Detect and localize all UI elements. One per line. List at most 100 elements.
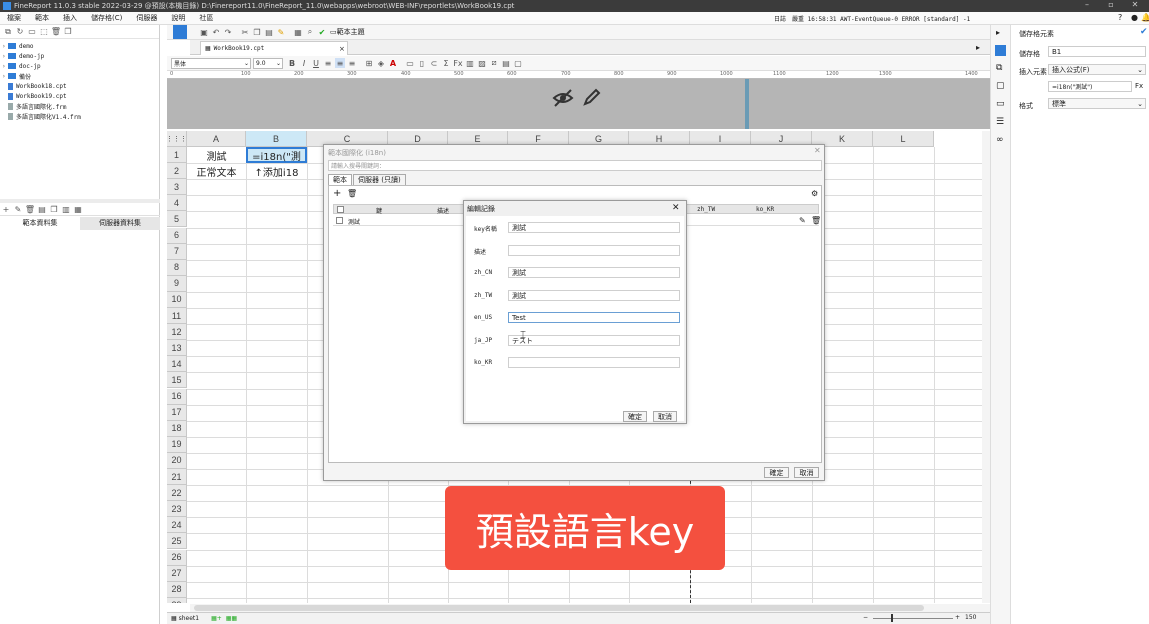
tree-item[interactable]: 多語言國際化.frm <box>2 101 159 111</box>
font-color-icon[interactable]: A <box>388 58 398 68</box>
hyperlink-icon[interactable]: ⊂ <box>429 58 439 68</box>
zoom-out-icon[interactable]: − <box>863 614 868 621</box>
description-field[interactable] <box>508 245 680 256</box>
user-icon[interactable]: ● <box>1131 13 1138 22</box>
cut-icon[interactable]: ✂ <box>240 27 250 37</box>
save-icon[interactable]: ▣ <box>199 27 209 37</box>
slash-icon[interactable]: ⧄ <box>489 58 499 68</box>
redo-icon[interactable]: ↷ <box>223 27 233 37</box>
row-header-29[interactable]: 29 <box>167 597 187 603</box>
tab-template[interactable]: 範本 <box>328 174 352 185</box>
add-icon[interactable]: + <box>333 188 341 199</box>
key-name-field[interactable]: 測試 <box>508 222 680 233</box>
i18n-ok-button[interactable]: 確定 <box>764 467 789 478</box>
tree-item[interactable]: WorkBook19.cpt <box>2 91 159 101</box>
hide-eye-icon[interactable] <box>552 87 574 109</box>
edit-pencil-icon[interactable] <box>581 86 603 108</box>
widget-icon[interactable]: ▭ <box>996 99 1005 109</box>
font-size-select[interactable]: 9.0 ⌄ <box>253 57 283 69</box>
row-header-5[interactable]: 5 <box>167 211 187 228</box>
row-header-6[interactable]: 6 <box>167 227 187 244</box>
formula-fx-icon[interactable]: Fx <box>1135 82 1143 90</box>
menu-cell[interactable]: 儲存格(C) <box>84 13 129 23</box>
help-icon[interactable]: ? <box>1118 13 1122 22</box>
zoom-handle[interactable] <box>891 614 893 622</box>
row-header-7[interactable]: 7 <box>167 243 187 260</box>
ko-kr-field[interactable] <box>508 357 680 368</box>
tree-item[interactable]: › demo <box>2 41 159 51</box>
check-icon[interactable]: ✔ <box>317 27 327 37</box>
align-right-icon[interactable]: ≡ <box>347 58 357 68</box>
import-icon[interactable]: ⬚ <box>39 27 49 37</box>
row-header-16[interactable]: 16 <box>167 388 187 405</box>
delete-dataset-icon[interactable]: 🗑 <box>25 205 35 215</box>
edit-cancel-button[interactable]: 取消 <box>653 411 677 422</box>
align-center-icon[interactable]: ≡ <box>335 58 345 68</box>
maximize-button[interactable]: ▫ <box>1101 0 1121 12</box>
align-left-icon[interactable]: ≡ <box>323 58 333 68</box>
row-header-19[interactable]: 19 <box>167 436 187 453</box>
settings-gear-icon[interactable]: ⚙ <box>811 189 818 198</box>
preview-dataset-icon[interactable]: ▤ <box>37 205 47 215</box>
menu-help[interactable]: 說明 <box>164 13 192 23</box>
row-header-10[interactable]: 10 <box>167 291 187 308</box>
menu-file[interactable]: 檔案 <box>0 13 28 23</box>
tab-menu-icon[interactable]: ▸ <box>976 43 980 52</box>
zoom-in-icon[interactable]: + <box>955 614 960 621</box>
menu-template[interactable]: 範本 <box>28 13 56 23</box>
sum-icon[interactable]: Σ <box>441 58 451 68</box>
close-window-button[interactable]: ✕ <box>1125 0 1145 12</box>
confirm-check-icon[interactable]: ✔ <box>1140 27 1148 37</box>
tab-server-readonly[interactable]: 伺服器 (只讀) <box>353 174 406 185</box>
float-element-icon[interactable]: ▢ <box>513 58 523 68</box>
row-header-21[interactable]: 21 <box>167 469 187 486</box>
zh-cn-field[interactable]: 測試 <box>508 267 680 278</box>
formula-icon[interactable]: Fx <box>453 58 463 68</box>
row-header-4[interactable]: 4 <box>167 195 187 212</box>
menu-insert[interactable]: 插入 <box>56 13 84 23</box>
copy-icon[interactable]: ❐ <box>63 27 73 37</box>
row-header-17[interactable]: 17 <box>167 404 187 421</box>
format-select[interactable]: 標準 ⌄ <box>1048 98 1146 109</box>
close-tab-icon[interactable]: × <box>339 45 345 53</box>
tree-item[interactable]: 多語言國際化V1.4.frm <box>2 111 159 121</box>
cell-b2[interactable]: ↑添加i18 <box>246 163 307 179</box>
edit-dataset-icon[interactable]: ✎ <box>13 205 23 215</box>
vertical-scrollbar[interactable] <box>982 131 990 603</box>
font-family-select[interactable]: 黑体 ⌄ <box>171 57 251 69</box>
add-sheet-icon[interactable]: ▦+ <box>211 615 222 622</box>
row-header-26[interactable]: 26 <box>167 549 187 566</box>
copy-dataset-icon[interactable]: ❐ <box>49 205 59 215</box>
sub-report-icon[interactable]: ▤ <box>501 58 511 68</box>
tree-item[interactable]: › demo-jp <box>2 51 159 61</box>
ja-jp-field[interactable]: テスト <box>508 335 680 346</box>
column-header-l[interactable]: L <box>873 131 934 147</box>
merge-cells-icon[interactable]: ▭ <box>405 58 415 68</box>
tree-item[interactable]: WorkBook18.cpt <box>2 81 159 91</box>
row-checkbox[interactable] <box>336 217 343 224</box>
row-header-25[interactable]: 25 <box>167 533 187 550</box>
delete-icon[interactable]: 🗑 <box>347 189 357 198</box>
search-input[interactable]: 請輸入搜尋關鍵詞： <box>328 160 822 171</box>
select-all-corner[interactable]: ⋮⋮⋮ <box>167 131 187 147</box>
row-header-20[interactable]: 20 <box>167 452 187 469</box>
cell-b1[interactable]: =i18n("測 <box>246 147 307 164</box>
cell-a2[interactable]: 正常文本 <box>187 163 246 179</box>
row-header-8[interactable]: 8 <box>167 259 187 276</box>
row-header-18[interactable]: 18 <box>167 420 187 437</box>
cell-name-field[interactable]: B1 <box>1048 46 1146 57</box>
minimize-button[interactable]: – <box>1077 0 1097 12</box>
menu-community[interactable]: 社區 <box>192 13 220 23</box>
tab-workbook19[interactable]: ▦ WorkBook19.cpt × <box>200 41 348 55</box>
float-element-icon[interactable]: ▢ <box>996 81 1005 91</box>
template-theme-button[interactable]: ▭ 範本主題 <box>330 27 365 37</box>
tab-template-dataset[interactable]: 範本資料集 <box>0 217 80 230</box>
tree-item[interactable]: › doc-jp <box>2 61 159 71</box>
log-status[interactable]: 日誌 嚴重 16:58:31 AWT-EventQueue-0 ERROR [s… <box>774 14 970 23</box>
select-all-checkbox[interactable] <box>337 206 344 213</box>
row-header-2[interactable]: 2 <box>167 163 187 180</box>
row-header-9[interactable]: 9 <box>167 275 187 292</box>
row-header-23[interactable]: 23 <box>167 501 187 518</box>
cell-attr-icon[interactable]: ⧉ <box>996 63 1002 73</box>
row-header-11[interactable]: 11 <box>167 308 187 325</box>
